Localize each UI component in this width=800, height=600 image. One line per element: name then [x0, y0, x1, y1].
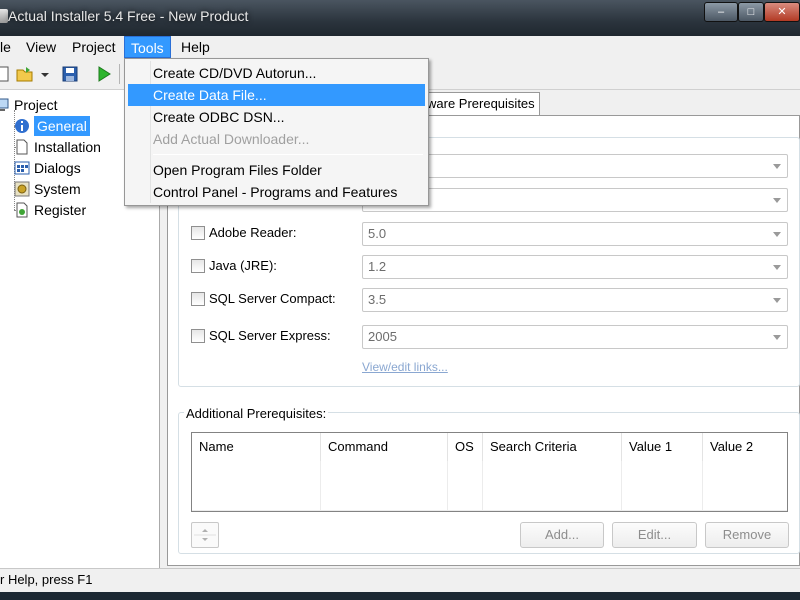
table-empty-column — [483, 461, 622, 511]
tab-software-prerequisites[interactable]: ware Prerequisites — [420, 92, 540, 116]
computer-icon — [0, 97, 10, 113]
chevron-down-icon — [773, 198, 781, 203]
remove-button[interactable]: Remove — [705, 522, 789, 548]
menu-separator — [153, 154, 423, 155]
menu-item-add-downloader: Add Actual Downloader... — [153, 131, 310, 147]
chevron-down-icon — [773, 164, 781, 169]
sql-express-version-select[interactable]: 2005 — [362, 325, 788, 349]
column-header-search-criteria[interactable]: Search Criteria — [483, 433, 622, 461]
minimize-button[interactable]: ‒ — [704, 2, 738, 22]
title-bar[interactable]: Actual Installer 5.4 Free - New Product … — [0, 0, 800, 36]
menu-item-create-data-file[interactable]: Create Data File... — [128, 84, 425, 106]
window-title: Actual Installer 5.4 Free - New Product — [8, 8, 249, 24]
sql-express-label: SQL Server Express: — [209, 328, 331, 343]
tree-label: General — [34, 116, 90, 136]
menu-view[interactable]: View — [20, 36, 62, 58]
order-spinner[interactable] — [191, 522, 219, 548]
sql-compact-label: SQL Server Compact: — [209, 291, 336, 306]
document-icon — [14, 139, 30, 155]
system-gear-icon — [14, 181, 30, 197]
select-value: 3.5 — [368, 292, 387, 307]
window-bottom-border — [0, 592, 800, 600]
new-icon[interactable] — [0, 66, 10, 82]
table-empty-column — [703, 461, 787, 511]
table-empty-column — [321, 461, 448, 511]
tree-label: System — [34, 181, 81, 197]
maximize-button[interactable]: □ — [738, 2, 764, 22]
menu-help[interactable]: Help — [175, 36, 216, 58]
java-jre-checkbox[interactable] — [191, 259, 205, 273]
toolbar-separator — [119, 64, 120, 84]
open-folder-icon[interactable] — [16, 66, 33, 82]
app-icon — [0, 9, 8, 23]
additional-prerequisites-table[interactable]: Name Command OS Search Criteria Value 1 … — [191, 432, 788, 512]
dialog-grid-icon — [14, 160, 30, 176]
tree-label: Project — [14, 97, 58, 113]
column-header-value-1[interactable]: Value 1 — [622, 433, 703, 461]
menu-tools[interactable]: Tools — [124, 36, 171, 58]
app-window: Actual Installer 5.4 Free - New Product … — [0, 0, 800, 600]
menu-item-control-panel[interactable]: Control Panel - Programs and Features — [128, 181, 425, 203]
status-bar: r Help, press F1 — [0, 568, 800, 592]
tree-label: Dialogs — [34, 160, 81, 176]
column-header-os[interactable]: OS — [448, 433, 483, 461]
select-value: 2005 — [368, 329, 397, 344]
select-value: 1.2 — [368, 259, 387, 274]
column-header-name[interactable]: Name — [192, 433, 321, 461]
table-empty-column — [448, 461, 483, 511]
chevron-down-icon — [773, 298, 781, 303]
column-header-value-2[interactable]: Value 2 — [703, 433, 789, 461]
menu-item-create-odbc-dsn[interactable]: Create ODBC DSN... — [128, 106, 425, 128]
select-value: 5.0 — [368, 226, 387, 241]
java-jre-label: Java (JRE): — [209, 258, 277, 273]
menu-item-create-autorun[interactable]: Create CD/DVD Autorun... — [128, 62, 425, 84]
edit-button[interactable]: Edit... — [612, 522, 697, 548]
table-empty-column — [192, 461, 321, 511]
sql-compact-checkbox[interactable] — [191, 292, 205, 306]
menu-item-open-program-files[interactable]: Open Program Files Folder — [128, 159, 425, 181]
column-header-command[interactable]: Command — [321, 433, 448, 461]
chevron-down-icon — [773, 232, 781, 237]
chevron-down-icon — [773, 335, 781, 340]
register-doc-icon — [14, 202, 30, 218]
table-header: Name Command OS Search Criteria Value 1 … — [192, 433, 787, 461]
adobe-reader-checkbox[interactable] — [191, 226, 205, 240]
menu-file[interactable]: le — [0, 36, 17, 58]
tree-label: Register — [34, 202, 87, 218]
java-jre-version-select[interactable]: 1.2 — [362, 255, 788, 279]
tree-label: Installation — [34, 139, 101, 155]
menu-project[interactable]: Project — [66, 36, 122, 58]
sql-compact-version-select[interactable]: 3.5 — [362, 288, 788, 312]
close-button[interactable]: ✕ — [764, 2, 800, 22]
chevron-down-icon[interactable] — [40, 66, 50, 82]
adobe-reader-version-select[interactable]: 5.0 — [362, 222, 788, 246]
info-icon — [14, 118, 30, 134]
additional-prerequisites-title: Additional Prerequisites: — [184, 406, 329, 421]
chevron-down-icon — [773, 265, 781, 270]
build-run-icon[interactable] — [96, 66, 112, 82]
sql-express-checkbox[interactable] — [191, 329, 205, 343]
menu-bar: le View Project Tools Help — [0, 36, 800, 58]
adobe-reader-label: Adobe Reader: — [209, 225, 297, 240]
table-empty-column — [622, 461, 703, 511]
tools-menu-dropdown: Create CD/DVD Autorun... Create Data Fil… — [124, 58, 429, 206]
add-button[interactable]: Add... — [520, 522, 604, 548]
view-edit-links[interactable]: View/edit links... — [362, 360, 448, 374]
save-icon[interactable] — [62, 66, 78, 82]
